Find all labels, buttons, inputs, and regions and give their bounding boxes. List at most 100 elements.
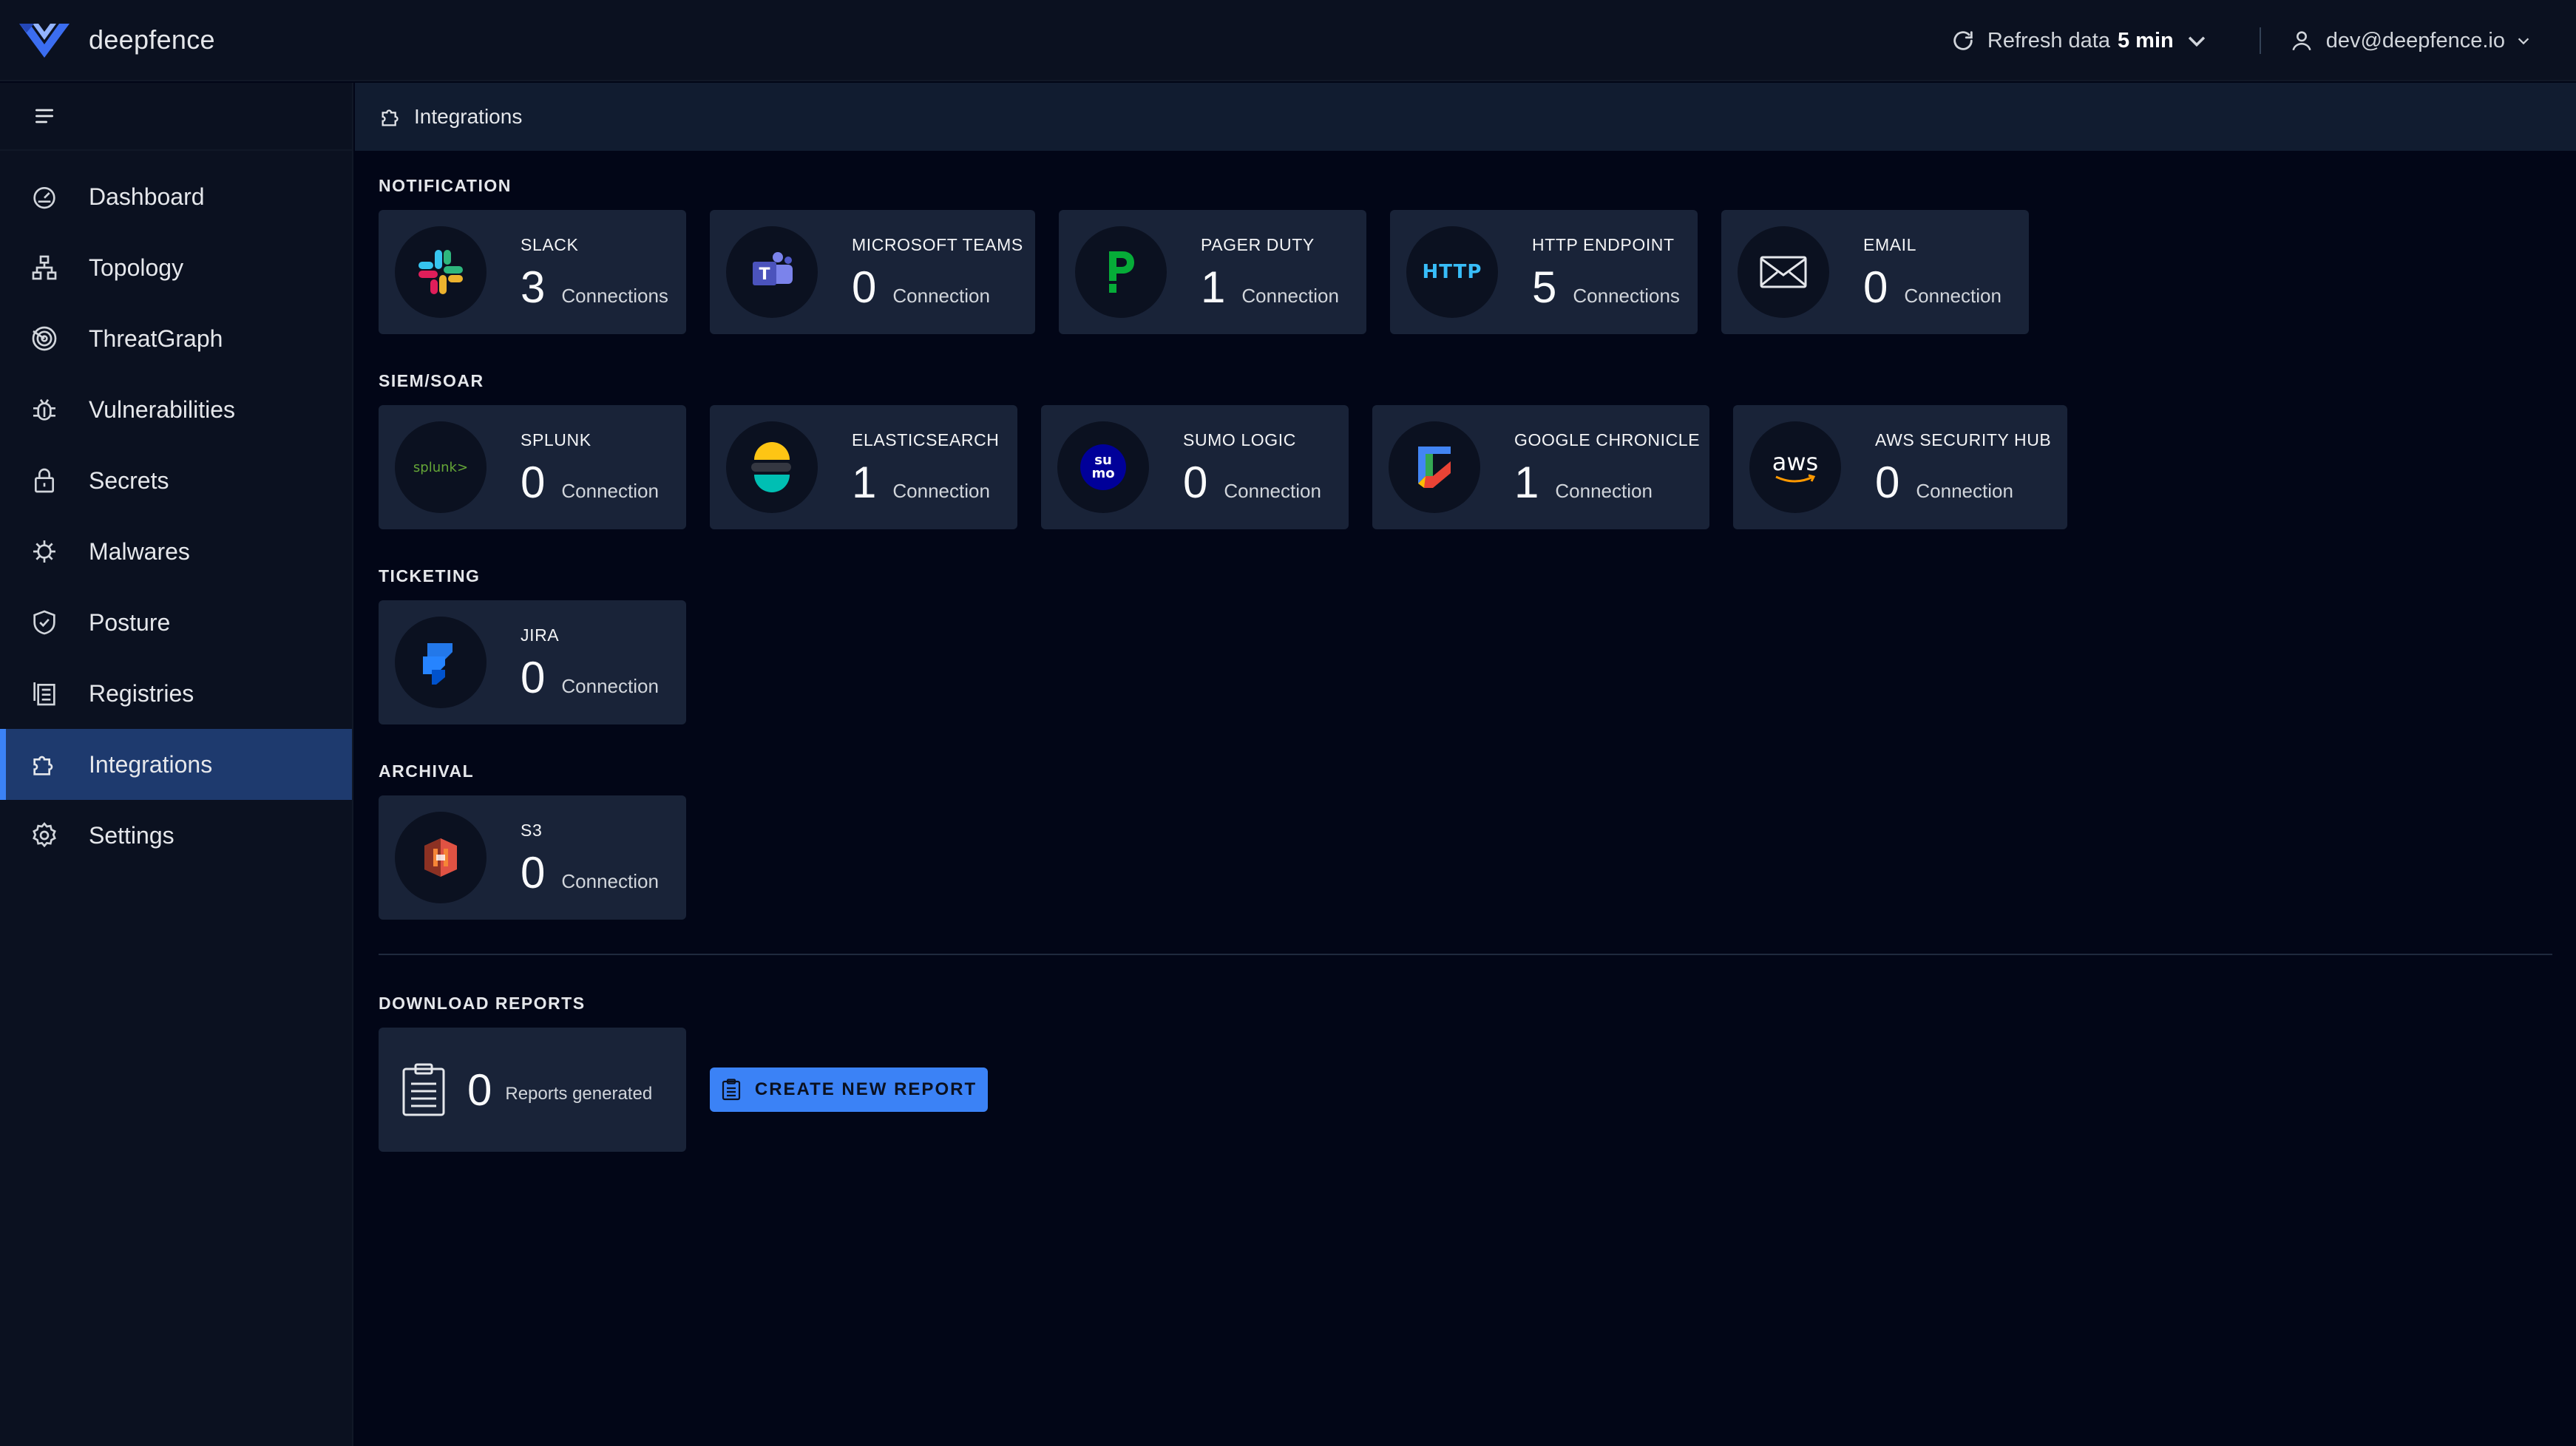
gear-icon: [33, 822, 56, 848]
chevron-down-icon: [2188, 36, 2205, 47]
logo-container: [395, 812, 487, 903]
card-unit: Connection: [561, 869, 659, 892]
section-title-ticketing: TICKETING: [379, 566, 481, 585]
logo-container: su mo: [1057, 421, 1149, 513]
logo-container: [395, 226, 487, 318]
card-unit: Connection: [892, 479, 990, 502]
card-name: HTTP ENDPOINT: [1532, 234, 1675, 254]
integration-card-pager-duty[interactable]: PAGER DUTY 1 Connection: [1059, 210, 1366, 334]
jira-logo-icon: [423, 643, 453, 685]
sidebar-item-registries[interactable]: Registries: [0, 658, 352, 729]
google-chronicle-logo-icon: [1418, 447, 1451, 488]
logo-container: T: [726, 226, 818, 318]
threatgraph-icon: [32, 326, 57, 351]
logo-container: [1075, 226, 1167, 318]
card-name: EMAIL: [1863, 234, 1917, 254]
card-count: 1: [1514, 457, 1539, 507]
integration-card-splunk[interactable]: splunk> SPLUNK 0 Connection: [379, 405, 686, 529]
card-unit: Connection: [1224, 479, 1321, 502]
card-unit: Connection: [1555, 479, 1653, 502]
card-unit: Connection: [892, 284, 990, 307]
brand[interactable]: deepfence: [18, 18, 215, 62]
sidebar-item-label: Integrations: [89, 750, 213, 778]
card-unit: Connections: [561, 284, 668, 307]
user-menu[interactable]: dev@deepfence.io: [2289, 28, 2532, 53]
user-icon: [2292, 31, 2311, 51]
integration-card-aws-security-hub[interactable]: aws AWS SECURITY HUB 0 Connection: [1733, 405, 2067, 529]
sidebar-item-dashboard[interactable]: Dashboard: [0, 161, 352, 232]
lock-icon: [35, 468, 54, 493]
logo-text: aws: [1772, 448, 1819, 476]
sidebar: Dashboard Topology ThreatGraph Vulnerabi…: [0, 83, 353, 1446]
puzzle-icon: [382, 109, 399, 126]
shield-icon: [33, 610, 55, 635]
sidebar-item-vulnerabilities[interactable]: Vulnerabilities: [0, 374, 352, 445]
integration-card-email[interactable]: EMAIL 0 Connection: [1721, 210, 2029, 334]
card-name: SLACK: [521, 234, 579, 254]
card-unit: Connection: [561, 674, 659, 697]
clipboard-icon: [402, 1063, 445, 1116]
integration-card-jira[interactable]: JIRA 0 Connection: [379, 600, 686, 724]
card-count: 3: [521, 262, 546, 312]
card-name: SPLUNK: [521, 430, 592, 449]
section-title-download-reports: DOWNLOAD REPORTS: [379, 994, 586, 1013]
reports-unit: Reports generated: [505, 1084, 653, 1104]
card-count: 0: [1875, 457, 1900, 507]
brand-name: deepfence: [89, 24, 215, 55]
chevron-down-icon: [2518, 38, 2529, 45]
logo-container: [1738, 226, 1829, 318]
sidebar-item-posture[interactable]: Posture: [0, 587, 352, 658]
pagerduty-logo-icon: [1109, 251, 1134, 293]
card-count: 0: [1863, 262, 1888, 312]
sidebar-item-label: Posture: [89, 608, 171, 636]
sidebar-item-threatgraph[interactable]: ThreatGraph: [0, 303, 352, 374]
elasticsearch-logo-icon: [751, 442, 791, 492]
sumo-logic-logo-icon: su mo: [1080, 444, 1126, 490]
sidebar-item-label: ThreatGraph: [89, 325, 223, 352]
splunk-logo-icon: splunk>: [413, 459, 469, 475]
integration-card-slack[interactable]: SLACK 3 Connections: [379, 210, 686, 334]
svg-text:T: T: [759, 265, 770, 284]
card-name: AWS SECURITY HUB: [1875, 430, 2052, 449]
http-logo-icon: HTTP: [1422, 261, 1482, 283]
integration-card-sumo-logic[interactable]: su mo SUMO LOGIC 0 Connection: [1041, 405, 1349, 529]
refresh-data-dropdown[interactable]: Refresh data 5 min: [1950, 28, 2221, 53]
topology-icon: [32, 255, 57, 280]
logo-container: HTTP: [1406, 226, 1498, 318]
card-unit: Connection: [1241, 284, 1339, 307]
sidebar-item-label: Registries: [89, 679, 194, 707]
card-count: 0: [1183, 457, 1208, 507]
create-new-report-button[interactable]: CREATE NEW REPORT: [710, 1067, 988, 1112]
sidebar-toggle[interactable]: [0, 83, 352, 151]
sidebar-nav: Dashboard Topology ThreatGraph Vulnerabi…: [0, 161, 352, 871]
sidebar-item-topology[interactable]: Topology: [0, 232, 352, 303]
integration-card-http-endpoint[interactable]: HTTP HTTP ENDPOINT 5 Connections: [1390, 210, 1698, 334]
sidebar-item-malwares[interactable]: Malwares: [0, 516, 352, 587]
integration-card-microsoft-teams[interactable]: T MICROSOFT TEAMS 0 Connection: [710, 210, 1035, 334]
sidebar-item-label: Secrets: [89, 466, 169, 494]
card-count: 1: [852, 457, 877, 507]
breadcrumb-current[interactable]: Integrations: [414, 105, 522, 129]
sidebar-item-settings[interactable]: Settings: [0, 800, 352, 871]
bug-icon: [33, 398, 55, 421]
card-unit: Connection: [1916, 479, 2013, 502]
integration-card-google-chronicle[interactable]: GOOGLE CHRONICLE 1 Connection: [1372, 405, 1709, 529]
reports-count: 0: [467, 1065, 492, 1115]
section-title-archival: ARCHIVAL: [379, 761, 475, 781]
aws-logo-icon: aws: [1772, 450, 1818, 484]
logo-container: splunk>: [395, 421, 487, 513]
sidebar-item-secrets[interactable]: Secrets: [0, 445, 352, 516]
card-name: JIRA: [521, 625, 560, 645]
card-name: S3: [521, 820, 543, 840]
integration-card-elasticsearch[interactable]: ELASTICSEARCH 1 Connection: [710, 405, 1017, 529]
reports-card[interactable]: 0 Reports generated: [379, 1028, 686, 1152]
card-count: 0: [521, 847, 546, 897]
hamburger-icon: [35, 109, 53, 123]
refresh-value: 5 min: [2117, 28, 2174, 52]
integration-card-s3[interactable]: S3 0 Connection: [379, 795, 686, 920]
card-count: 0: [521, 652, 546, 702]
logo-text: mo: [1091, 466, 1115, 481]
sidebar-item-integrations[interactable]: Integrations: [0, 729, 352, 800]
deepfence-logo-icon: [19, 24, 70, 58]
card-count: 1: [1201, 262, 1226, 312]
